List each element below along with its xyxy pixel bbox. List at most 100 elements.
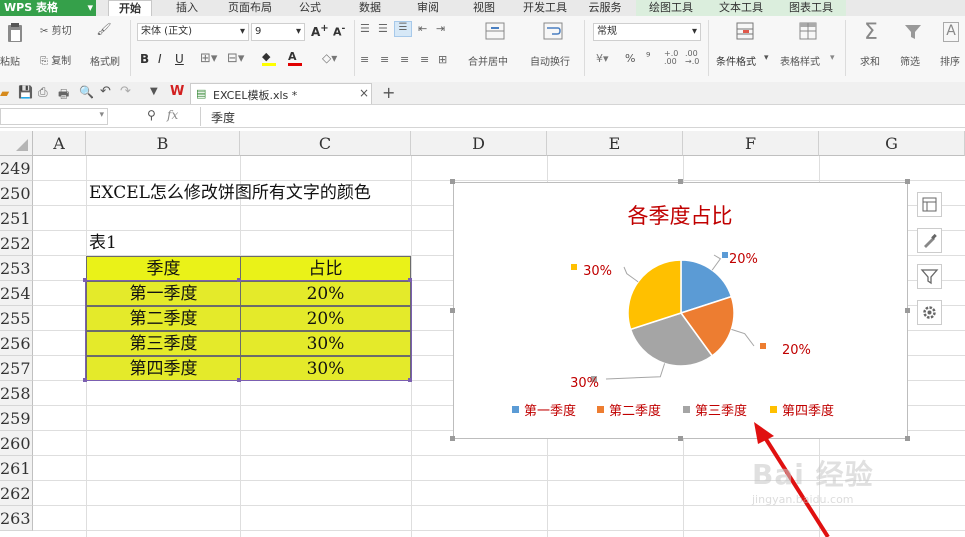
distribute-icon[interactable]: ⊞ [438,53,447,66]
formula-input[interactable]: 季度 [200,107,965,126]
row-header[interactable]: 256 [0,331,33,356]
chart-style-button[interactable] [917,228,942,253]
table-label-cell[interactable]: 表1 [89,231,117,256]
column-header-c[interactable]: C [240,131,411,156]
tab-review[interactable]: 审阅 [410,0,446,16]
tab-text-tools[interactable]: 文本工具 [706,0,776,16]
range-handle[interactable] [408,378,412,382]
row-header[interactable]: 254 [0,281,33,306]
decrease-font-icon[interactable]: A- [333,23,345,39]
column-header-g[interactable]: G [819,131,965,156]
align-left-icon[interactable]: ≡ [360,53,369,66]
column-header-d[interactable]: D [411,131,547,156]
legend-label[interactable]: 第一季度 [524,403,576,419]
table-cell[interactable]: 第三季度 [86,331,241,356]
legend-label[interactable]: 第二季度 [609,403,661,419]
chart-resize-handle[interactable] [678,179,683,184]
chart-settings-button[interactable] [917,300,942,325]
table-cell[interactable]: 第一季度 [86,281,241,306]
indent-increase-icon[interactable]: ⇥ [436,22,445,35]
format-painter-label[interactable]: 格式刷 [90,53,120,68]
wps-logo-icon[interactable]: W [170,84,184,99]
print-preview-icon[interactable]: 🔍 [79,85,94,99]
align-top-icon[interactable]: ☰ [360,22,370,35]
table-cell[interactable]: 第二季度 [86,306,241,331]
document-tab[interactable]: ▤ EXCEL模板.xls * × [190,83,372,104]
table-style-label[interactable]: 表格样式 [780,53,820,68]
tab-page-layout[interactable]: 页面布局 [222,0,278,16]
sort-label[interactable]: 排序 [940,53,960,68]
row-header[interactable]: 259 [0,406,33,431]
open-folder-icon[interactable]: ▰ [0,86,9,100]
fill-color-icon[interactable]: ◆ [262,50,276,66]
chart-resize-handle[interactable] [905,179,910,184]
sum-icon[interactable]: Σ [864,20,878,45]
increase-font-icon[interactable]: A+ [311,23,329,39]
chart-elements-button[interactable] [917,192,942,217]
range-handle[interactable] [237,278,241,282]
number-format-select[interactable]: 常规 ▾ [593,23,701,41]
merge-center-label[interactable]: 合并居中 [468,53,508,68]
column-header-a[interactable]: A [33,131,86,156]
data-label[interactable]: 20% [782,343,811,358]
filter-label[interactable]: 筛选 [900,53,920,68]
row-header[interactable]: 261 [0,456,33,481]
data-label[interactable]: 30% [583,264,612,279]
chart-legend[interactable]: 第一季度 第二季度 第三季度 第四季度 [512,403,834,419]
legend-label[interactable]: 第四季度 [782,403,834,419]
tab-chart-tools[interactable]: 图表工具 [776,0,846,16]
chart-resize-handle[interactable] [450,436,455,441]
chart-filter-button[interactable] [917,264,942,289]
data-label[interactable]: 20% [729,252,758,267]
range-handle[interactable] [237,378,241,382]
border-icon[interactable]: ⊞▾ [200,51,217,66]
customize-toolbar-icon[interactable]: ▼ [150,86,158,97]
font-color-icon[interactable]: A [288,50,302,66]
font-size-select[interactable]: 9 ▾ [251,23,305,41]
row-header[interactable]: 255 [0,306,33,331]
table-header-cell[interactable]: 占比 [240,256,411,281]
row-header[interactable]: 257 [0,356,33,381]
table-cell[interactable]: 30% [240,331,411,356]
cell-style-icon[interactable]: ⊟▾ [227,51,244,66]
range-handle[interactable] [408,278,412,282]
row-header[interactable]: 258 [0,381,33,406]
new-tab-button[interactable]: + [382,83,395,102]
chart-resize-handle[interactable] [678,436,683,441]
tab-home[interactable]: 开始 [108,0,152,16]
name-box[interactable]: ▾ [0,108,108,125]
percent-button[interactable]: % [625,52,635,65]
thousands-button[interactable]: ⁹ [646,50,650,63]
align-right-icon[interactable]: ≡ [400,53,409,66]
table-style-icon[interactable] [797,20,819,42]
row-header[interactable]: 250 [0,181,33,206]
chart-resize-handle[interactable] [905,308,910,313]
row-header[interactable]: 249 [0,156,33,181]
copy-button[interactable]: ⎘ 复制 [40,52,71,67]
chart-title[interactable]: 各季度占比 [628,204,733,228]
column-header-f[interactable]: F [683,131,819,156]
pie-chart[interactable]: 各季度占比 20% 20% 30% 30% 第一季度 第二季度 第三季度 第四季度 [453,182,908,439]
wrap-text-label[interactable]: 自动换行 [530,53,570,68]
row-header[interactable]: 252 [0,231,33,256]
tab-insert[interactable]: 插入 [166,0,208,16]
tab-drawing-tools[interactable]: 绘图工具 [636,0,706,16]
row-header[interactable]: 251 [0,206,33,231]
chart-resize-handle[interactable] [450,179,455,184]
italic-icon[interactable]: I [158,52,162,66]
decrease-decimal-icon[interactable]: .00 →.0 [685,50,699,66]
indent-decrease-icon[interactable]: ⇤ [418,22,427,35]
tab-view[interactable]: 视图 [466,0,502,16]
sum-label[interactable]: 求和 [860,53,880,68]
row-header[interactable]: 262 [0,481,33,506]
currency-icon[interactable]: ¥▾ [596,52,609,65]
merge-center-icon[interactable] [484,20,506,42]
cut-button[interactable]: ✂ 剪切 [40,22,72,37]
undo-icon[interactable]: ↶ [100,84,111,99]
data-label[interactable]: 30% [570,376,599,391]
export-pdf-icon[interactable]: ⎙ [38,85,48,100]
justify-icon[interactable]: ≡ [420,53,429,66]
align-middle-icon[interactable]: ☰ [378,22,388,35]
conditional-format-icon[interactable] [734,20,756,42]
increase-decimal-icon[interactable]: +.0.00 [664,50,678,66]
